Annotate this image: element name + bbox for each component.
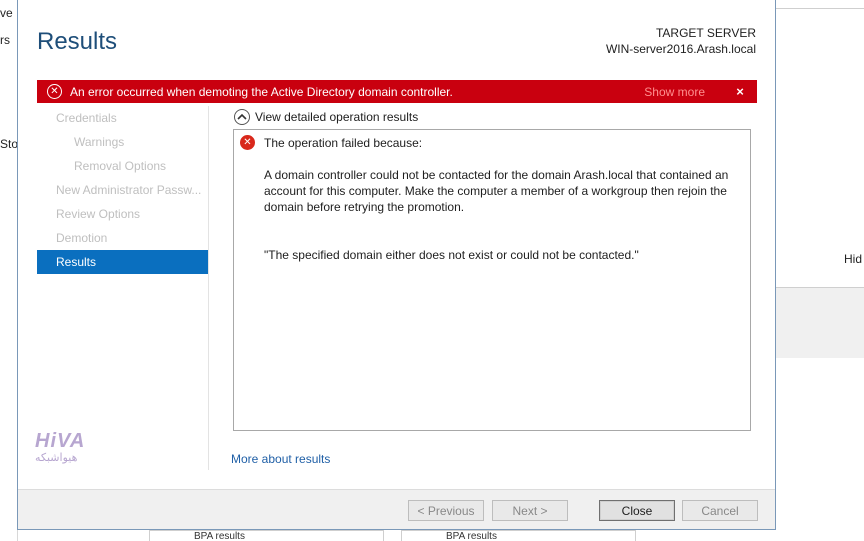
background-window-edge — [0, 0, 18, 541]
wizard-nav: Credentials Warnings Removal Options New… — [37, 106, 209, 274]
results-heading: ✕ The operation failed because: — [240, 135, 422, 150]
more-about-results-link[interactable]: More about results — [231, 452, 330, 466]
hiva-logo: HiVA هیواشبکه — [35, 430, 99, 474]
nav-item-results[interactable]: Results — [37, 250, 209, 274]
background-right-gray — [776, 288, 864, 358]
nav-item-warnings[interactable]: Warnings — [37, 130, 209, 154]
error-message: An error occurred when demoting the Acti… — [70, 84, 453, 99]
nav-item-review-options[interactable]: Review Options — [37, 202, 209, 226]
target-server-name: WIN-server2016.Arash.local — [605, 42, 756, 56]
page-title: Results — [37, 28, 118, 55]
error-icon: ✕ — [240, 135, 255, 150]
wizard-footer: < Previous Next > Close Cancel — [18, 489, 775, 529]
nav-divider — [208, 106, 209, 470]
background-text-fragment: rs — [0, 33, 10, 47]
nav-item-new-admin-password[interactable]: New Administrator Passw... — [37, 178, 209, 202]
operation-results-box: ✕ The operation failed because: A domain… — [233, 129, 751, 431]
background-text-fragment: Hid — [844, 252, 863, 266]
cancel-button[interactable]: Cancel — [682, 500, 758, 521]
background-right-panel: Hid — [776, 8, 864, 288]
results-heading-text: The operation failed because: — [264, 135, 423, 150]
background-text-fragment: Sto — [0, 137, 19, 151]
nav-item-demotion[interactable]: Demotion — [37, 226, 209, 250]
show-more-link[interactable]: Show more — [644, 85, 705, 99]
background-bpa-tile: BPA results — [401, 530, 636, 541]
background-text-fragment: ve — [0, 6, 13, 20]
chevron-up-icon — [234, 109, 250, 125]
background-bpa-tile: BPA results — [149, 530, 384, 541]
close-icon[interactable]: × — [733, 84, 747, 99]
next-button[interactable]: Next > — [492, 500, 568, 521]
previous-button[interactable]: < Previous — [408, 500, 484, 521]
error-icon: ✕ — [47, 84, 62, 99]
expander-label: View detailed operation results — [255, 110, 419, 124]
target-server-info: TARGET SERVER WIN-server2016.Arash.local — [606, 25, 756, 57]
view-details-expander[interactable]: View detailed operation results — [234, 109, 418, 125]
close-button[interactable]: Close — [599, 500, 675, 521]
logo-wordmark: HiVA — [35, 430, 86, 452]
error-notification-bar: ✕ An error occurred when demoting the Ac… — [37, 80, 757, 103]
target-server-label: TARGET SERVER — [655, 26, 756, 40]
nav-item-removal-options[interactable]: Removal Options — [37, 154, 209, 178]
nav-item-credentials[interactable]: Credentials — [37, 106, 209, 130]
demotion-wizard-dialog: Results TARGET SERVER WIN-server2016.Ara… — [17, 0, 776, 530]
logo-subtitle: هیواشبکه — [35, 452, 78, 464]
results-paragraph: A domain controller could not be contact… — [264, 168, 729, 214]
results-quote: "The specified domain either does not ex… — [264, 248, 639, 262]
